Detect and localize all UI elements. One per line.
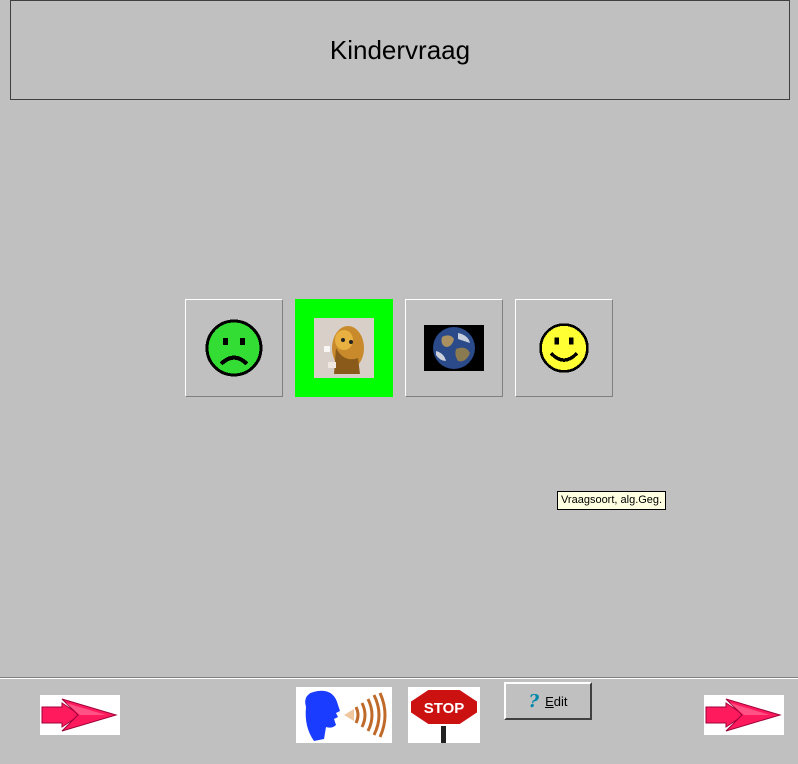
question-mark-icon: ? [528,690,540,712]
choice-globe-button[interactable] [405,299,503,397]
arrow-right-icon [41,698,118,732]
edit-button[interactable]: ? Edit [504,682,592,720]
arrow-right-icon [705,698,782,732]
speak-button[interactable] [296,687,392,743]
choice-sad-face-button[interactable] [185,299,283,397]
stop-sign-text: STOP [424,700,465,717]
edit-label-mnemonic: E [545,693,554,709]
tooltip: Vraagsoort, alg.Geg. [557,491,667,510]
edit-label-rest: dit [553,693,568,709]
stop-button[interactable]: STOP [408,687,480,743]
previous-arrow-button[interactable] [40,695,120,735]
speaking-head-icon [305,690,387,741]
page-title: Kindervraag [10,0,790,100]
stop-sign-icon: STOP [409,688,479,743]
next-arrow-button[interactable] [704,695,784,735]
globe-icon [424,325,484,371]
edit-button-label: Edit [545,694,567,709]
happy-face-icon [539,323,589,373]
bottom-toolbar: STOP ? Edit [0,677,798,764]
sad-face-icon [205,319,263,377]
portrait-image-icon [314,318,374,378]
choice-portrait-button[interactable] [295,299,393,397]
choice-happy-face-button[interactable] [515,299,613,397]
